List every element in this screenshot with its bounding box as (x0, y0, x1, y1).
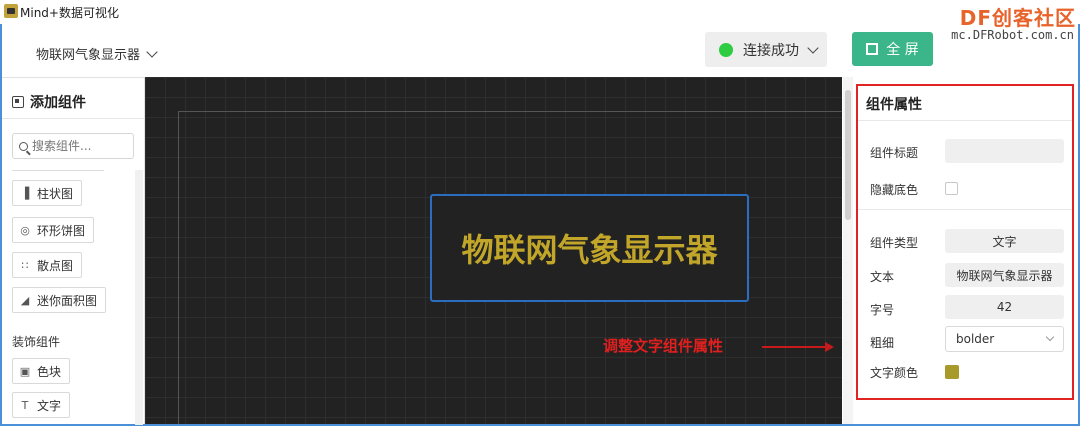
divider (12, 170, 104, 171)
scrollbar[interactable] (135, 170, 143, 425)
search-input[interactable] (32, 139, 122, 153)
fullscreen-icon (866, 43, 879, 55)
component-label: 散点图 (37, 258, 74, 273)
bar-chart-icon: ▐ (20, 186, 30, 200)
hide-bg-label: 隐藏底色 (870, 183, 919, 197)
font-weight-label: 粗细 (870, 336, 895, 350)
window-title: Mind+数据可视化 (20, 6, 119, 20)
scatter-icon: ∷ (21, 258, 29, 272)
search-icon (19, 141, 28, 151)
text-label: 文本 (870, 270, 895, 284)
component-color-block[interactable]: ▣ 色块 (12, 358, 71, 384)
dashboard-canvas[interactable]: 物联网气象显示器 (145, 77, 842, 424)
component-panel: 添加组件 ▐ 柱状图 ◎ 环形饼图 ∷ 散点图 ◢ 迷你面积图 装饰组件 ▣ 色… (2, 77, 145, 425)
font-weight-value: bolder (956, 332, 995, 346)
fullscreen-label: 全 屏 (886, 42, 919, 58)
project-name: 物联网气象显示器 (36, 48, 141, 63)
text-widget-content: 物联网气象显示器 (461, 231, 718, 269)
text-input[interactable]: 物联网气象显示器 (945, 263, 1064, 287)
font-size-input[interactable]: 42 (945, 295, 1064, 319)
connection-status-label: 连接成功 (743, 42, 799, 59)
component-area-chart[interactable]: ◢ 迷你面积图 (12, 287, 107, 313)
area-chart-icon: ◢ (20, 293, 30, 307)
widget-icon (12, 96, 24, 108)
watermark-brand: DF创客社区 (959, 6, 1076, 30)
donut-chart-icon: ◎ (20, 223, 30, 237)
text-widget[interactable]: 物联网气象显示器 (430, 194, 749, 302)
component-text[interactable]: T 文字 (12, 392, 71, 418)
component-title-label: 组件标题 (870, 146, 919, 160)
chevron-down-icon (807, 41, 819, 54)
component-label: 柱状图 (37, 186, 74, 201)
component-panel-title: 添加组件 (30, 95, 86, 111)
component-donut-chart[interactable]: ◎ 环形饼图 (12, 217, 95, 243)
deco-section-title: 装饰组件 (12, 335, 61, 349)
annotation-label: 调整文字组件属性 (603, 337, 724, 355)
properties-title: 组件属性 (866, 97, 922, 113)
scrollbar-thumb[interactable] (845, 90, 851, 220)
hide-bg-checkbox[interactable] (945, 182, 958, 195)
divider (858, 209, 1072, 210)
component-panel-header: 添加组件 (12, 92, 86, 112)
app-icon (4, 4, 18, 18)
chevron-down-icon (146, 45, 158, 58)
status-dot-icon (719, 42, 733, 57)
watermark-url: mc.DFRobot.com.cn (951, 28, 1074, 42)
connection-status-button[interactable]: 连接成功 (705, 32, 827, 67)
divider (2, 118, 145, 119)
text-icon: T (21, 398, 29, 412)
divider (858, 120, 1072, 121)
component-type-label: 组件类型 (870, 236, 919, 250)
project-selector[interactable]: 物联网气象显示器 (36, 44, 158, 63)
font-weight-select[interactable]: bolder (945, 326, 1064, 352)
component-type-value: 文字 (945, 229, 1064, 253)
component-title-input[interactable] (945, 139, 1064, 163)
component-label: 环形饼图 (37, 223, 86, 238)
properties-panel: 组件属性 组件标题 隐藏底色 组件类型 文字 文本 物联网气象显示器 字号 42… (856, 84, 1074, 400)
component-scatter[interactable]: ∷ 散点图 (12, 252, 83, 278)
color-block-icon: ▣ (19, 364, 31, 378)
text-color-swatch[interactable] (945, 365, 959, 379)
font-size-label: 字号 (870, 303, 895, 317)
component-label: 色块 (37, 364, 62, 379)
component-label: 迷你面积图 (37, 293, 98, 308)
text-color-label: 文字颜色 (870, 366, 919, 380)
component-bar-chart[interactable]: ▐ 柱状图 (12, 180, 83, 206)
component-search[interactable] (12, 133, 134, 159)
annotation-arrow-icon (762, 342, 834, 352)
chevron-down-icon (1045, 332, 1055, 342)
fullscreen-button[interactable]: 全 屏 (852, 32, 933, 66)
title-bar: Mind+数据可视化 (0, 0, 1080, 24)
component-label: 文字 (37, 398, 62, 413)
